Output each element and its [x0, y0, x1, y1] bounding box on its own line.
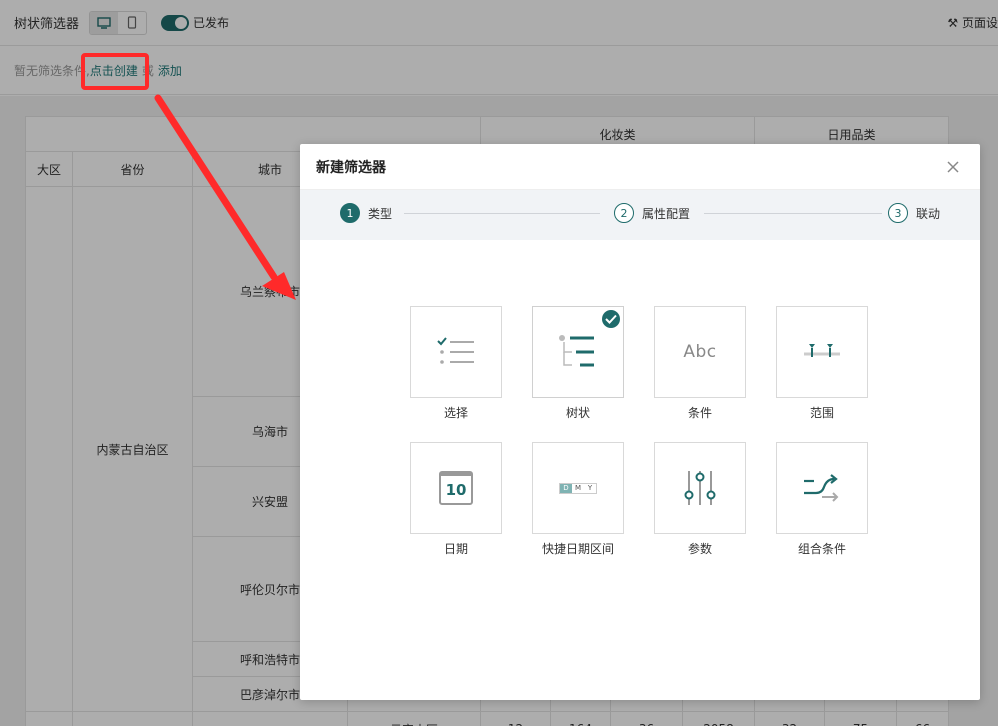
- calendar-icon: 10: [439, 471, 473, 505]
- type-card-date[interactable]: 10 日期: [410, 442, 502, 557]
- type-card-select[interactable]: 选择: [410, 306, 502, 421]
- step-number: 3: [888, 203, 908, 223]
- type-label: 树状: [565, 406, 590, 420]
- type-option-box[interactable]: Abc: [654, 306, 746, 398]
- quick-date-day: D: [560, 483, 572, 493]
- type-option-box[interactable]: [410, 306, 502, 398]
- type-option-box[interactable]: D M Y: [532, 442, 624, 534]
- step-type: 1 类型: [340, 203, 392, 223]
- range-icon: [804, 344, 840, 357]
- calendar-day-number: 10: [445, 480, 467, 499]
- new-filter-dialog: 新建筛选器 1 类型 2 属性配置 3 联动 选择 树状 Abc 条件 范围 1…: [300, 144, 980, 700]
- parameter-slider-icon: [684, 471, 716, 505]
- quick-date-month: M: [574, 483, 582, 492]
- type-card-range[interactable]: 范围: [776, 306, 868, 421]
- type-label: 范围: [809, 406, 834, 420]
- type-label: 选择: [443, 406, 468, 420]
- close-icon[interactable]: [944, 158, 962, 176]
- dialog-title: 新建筛选器: [316, 159, 386, 176]
- highlight-annotation-box: [81, 53, 149, 90]
- type-card-quick-date-range[interactable]: D M Y 快捷日期区间: [532, 442, 624, 557]
- combine-icon: [804, 474, 839, 502]
- type-card-condition[interactable]: Abc 条件: [654, 306, 746, 421]
- select-list-icon: [437, 337, 474, 364]
- type-option-box[interactable]: 10: [410, 442, 502, 534]
- step-property-config: 2 属性配置: [614, 203, 690, 223]
- type-label: 条件: [687, 406, 712, 420]
- quick-date-year: Y: [587, 483, 593, 492]
- type-card-combined-condition[interactable]: 组合条件: [776, 442, 868, 557]
- step-label: 属性配置: [642, 206, 691, 221]
- step-indicator: 1 类型 2 属性配置 3 联动: [300, 190, 980, 240]
- type-card-parameter[interactable]: 参数: [654, 442, 746, 557]
- step-label: 联动: [916, 206, 941, 221]
- selected-check-icon: [602, 310, 620, 328]
- type-option-box[interactable]: [532, 306, 624, 398]
- type-option-box[interactable]: [776, 306, 868, 398]
- dialog-header: 新建筛选器: [300, 144, 980, 190]
- step-linkage: 3 联动: [888, 203, 940, 223]
- type-option-box[interactable]: [654, 442, 746, 534]
- quick-date-icon: D M Y: [559, 482, 597, 494]
- text-condition-icon: Abc: [683, 342, 717, 362]
- type-label: 日期: [443, 542, 468, 556]
- step-number: 1: [340, 203, 360, 223]
- type-label: 组合条件: [797, 542, 846, 556]
- type-option-box[interactable]: [776, 442, 868, 534]
- tree-icon: [559, 335, 594, 367]
- type-label: 参数: [687, 542, 712, 556]
- step-connector: [704, 213, 882, 214]
- step-label: 类型: [368, 206, 393, 221]
- step-connector: [404, 213, 600, 214]
- type-label: 快捷日期区间: [541, 542, 614, 556]
- step-number: 2: [614, 203, 634, 223]
- type-card-tree[interactable]: 树状: [532, 306, 624, 421]
